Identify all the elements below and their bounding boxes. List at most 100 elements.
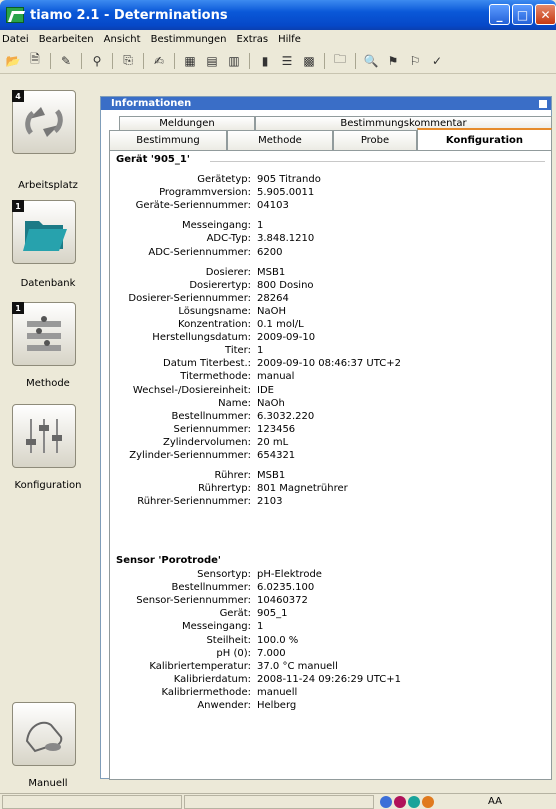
- info-label: Datum Titerbest.:: [163, 358, 251, 370]
- info-row: ADC-Seriennummer: 6200: [110, 247, 550, 260]
- close-button[interactable]: ✕: [535, 4, 556, 25]
- menu-datei[interactable]: Datei: [2, 34, 29, 45]
- info-value: 2009-09-10 08:46:37 UTC+2: [257, 358, 401, 370]
- info-label: Bestellnummer:: [171, 582, 251, 594]
- grid-icon[interactable]: ▩: [300, 52, 318, 70]
- status-text: AA: [488, 796, 502, 807]
- sidebar-item-datenbank[interactable]: 1: [12, 200, 76, 264]
- save-icon[interactable]: 🗎: [26, 52, 44, 70]
- info-value: 1: [257, 345, 264, 357]
- sign-icon[interactable]: ✍: [150, 52, 168, 70]
- info-value: 905_1: [257, 608, 288, 620]
- menu-hilfe[interactable]: Hilfe: [278, 34, 301, 45]
- info-value: pH-Elektrode: [257, 569, 322, 580]
- info-label: Dosierertyp:: [189, 279, 251, 291]
- filter-remove-icon[interactable]: ⚐: [406, 52, 424, 70]
- info-label: Rührer-Seriennummer:: [137, 496, 251, 508]
- sidebar-label-manuell: Manuell: [28, 778, 68, 789]
- section-divider: [210, 161, 545, 162]
- configuration-sliders-icon: [26, 419, 62, 453]
- menu-bearbeiten[interactable]: Bearbeiten: [39, 34, 94, 45]
- tab-probe[interactable]: Probe: [333, 130, 417, 150]
- info-label: Messeingang:: [182, 220, 251, 232]
- filter-add-icon[interactable]: ⚑: [384, 52, 402, 70]
- list-icon[interactable]: ☰: [278, 52, 296, 70]
- folder-icon[interactable]: 🗀: [331, 52, 349, 70]
- toolbar-separator: [355, 52, 356, 69]
- sidebar-item-manuell[interactable]: [12, 702, 76, 766]
- info-label: Sensor-Seriennummer:: [136, 595, 251, 607]
- info-row: Titer: 1: [110, 345, 550, 358]
- panel-maximize-icon[interactable]: [539, 99, 547, 108]
- sensor-section-title: Sensor 'Porotrode': [116, 555, 221, 566]
- window-titlebar[interactable]: tiamo 2.1 - Determinations _ □ ✕: [0, 0, 556, 30]
- maximize-button[interactable]: □: [512, 4, 533, 25]
- status-cell: [184, 794, 374, 809]
- status-cell: [2, 794, 182, 809]
- info-label: Anwender:: [197, 700, 251, 711]
- info-label: pH (0):: [216, 647, 251, 659]
- tab-row-bottom: Bestimmung Methode Probe Konfiguration: [109, 128, 552, 150]
- info-label: Herstellungsdatum:: [152, 332, 251, 344]
- info-row: Bestellnummer: 6.3032.220: [110, 411, 550, 424]
- copy-icon[interactable]: ⎘: [119, 52, 137, 70]
- info-value: 5.905.0011: [257, 187, 315, 199]
- sidebar-label-datenbank: Datenbank: [20, 278, 76, 289]
- menu-extras[interactable]: Extras: [237, 34, 269, 45]
- tab-konfiguration[interactable]: Konfiguration: [417, 128, 552, 150]
- info-label: Wechsel-/Dosiereinheit:: [132, 384, 251, 396]
- info-row: Rührer-Seriennummer: 2103: [110, 496, 550, 509]
- search-icon[interactable]: 🔍: [362, 52, 380, 70]
- info-label: Dosierer:: [205, 266, 251, 278]
- sidebar-item-arbeitsplatz[interactable]: 4: [12, 90, 76, 154]
- info-value: 1: [257, 621, 264, 633]
- table-print-icon[interactable]: ▥: [225, 52, 243, 70]
- info-row: Dosierer: MSB1: [110, 267, 550, 280]
- menu-ansicht[interactable]: Ansicht: [104, 34, 141, 45]
- info-value: 6200: [257, 246, 283, 258]
- menu-bestimmungen[interactable]: Bestimmungen: [151, 34, 227, 45]
- info-label: ADC-Seriennummer:: [148, 246, 251, 258]
- chart-icon[interactable]: ▮: [256, 52, 274, 70]
- info-value: 6.3032.220: [257, 410, 315, 422]
- edit-icon[interactable]: ✎: [57, 52, 75, 70]
- method-icon: [27, 316, 61, 351]
- tab-meldungen[interactable]: Meldungen: [119, 116, 255, 130]
- sidebar-label-methode: Methode: [26, 378, 70, 389]
- open-icon[interactable]: 📂: [4, 52, 22, 70]
- sidebar-item-konfiguration[interactable]: [12, 404, 76, 468]
- info-row: Kalibriertemperatur: 37.0 °C manuell: [110, 661, 550, 674]
- info-label: Name:: [218, 397, 251, 409]
- table-view-icon[interactable]: ▦: [181, 52, 199, 70]
- info-value: 905 Titrando: [257, 174, 321, 185]
- info-row: Lösungsname: NaOH: [110, 306, 550, 319]
- toolbar-separator: [112, 52, 113, 69]
- info-label: Kalibriertemperatur:: [149, 660, 251, 672]
- sidebar-badge: 1: [12, 200, 24, 212]
- minimize-button[interactable]: _: [489, 4, 510, 25]
- sidebar-item-methode[interactable]: 1: [12, 302, 76, 366]
- info-label: ADC-Typ:: [206, 233, 251, 245]
- sidebar-badge: 4: [12, 90, 24, 102]
- sidebar-label-konfiguration: Konfiguration: [14, 480, 82, 491]
- tab-bestimmung[interactable]: Bestimmung: [109, 130, 227, 150]
- info-label: Messeingang:: [182, 621, 251, 633]
- table-edit-icon[interactable]: ▤: [203, 52, 221, 70]
- info-row: Messeingang: 1: [110, 220, 550, 233]
- panel-title: Informationen: [111, 98, 192, 109]
- filter-icon[interactable]: ⚲: [88, 52, 106, 70]
- info-row: Kalibriermethode: manuell: [110, 687, 550, 700]
- status-indicators: [378, 795, 448, 808]
- status-dot: [380, 795, 392, 808]
- sidebar-label-arbeitsplatz: Arbeitsplatz: [18, 180, 78, 191]
- info-value: 2008-11-24 09:26:29 UTC+1: [257, 673, 401, 685]
- info-value: 2009-09-10: [257, 332, 316, 344]
- info-value: 123456: [257, 423, 296, 435]
- sidebar-badge: 1: [12, 302, 24, 314]
- info-value: 6.0235.100: [257, 582, 315, 594]
- toolbar-separator: [143, 52, 144, 69]
- tab-methode[interactable]: Methode: [227, 130, 333, 150]
- filter-edit-icon[interactable]: ✓: [428, 52, 446, 70]
- info-row: Name: NaOh: [110, 398, 550, 411]
- info-value: 20 mL: [257, 436, 289, 448]
